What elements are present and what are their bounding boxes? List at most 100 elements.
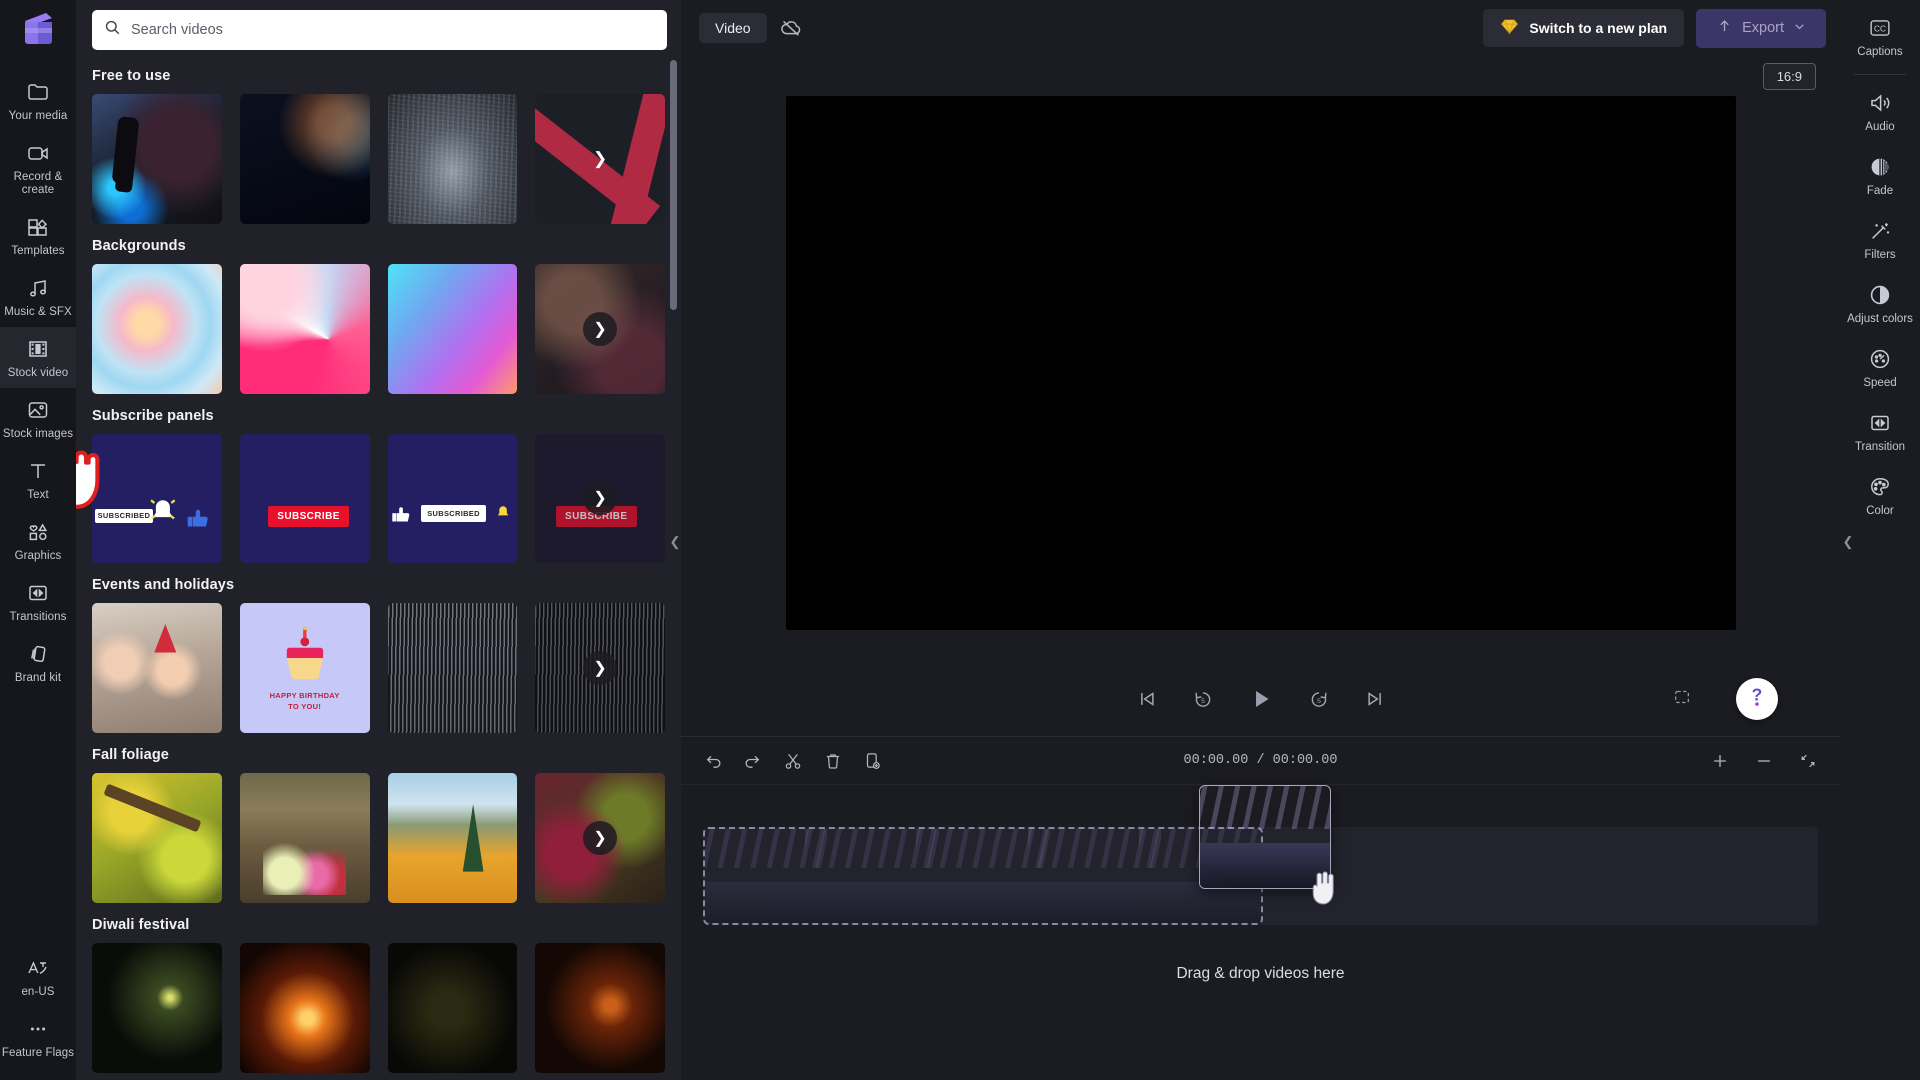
sidebar-item-feature-flags[interactable]: Feature Flags bbox=[0, 1007, 76, 1068]
stock-thumbnail[interactable] bbox=[387, 942, 518, 1073]
help-button[interactable]: ? bbox=[1736, 678, 1778, 720]
stock-thumbnail[interactable] bbox=[387, 773, 518, 903]
play-button[interactable] bbox=[1248, 686, 1274, 712]
stock-thumbnail[interactable] bbox=[387, 94, 518, 224]
right-item-captions[interactable]: CC Captions bbox=[1840, 4, 1920, 68]
right-item-fade[interactable]: Fade bbox=[1840, 143, 1920, 207]
sidebar-item-record-create[interactable]: Record & create bbox=[0, 131, 76, 205]
right-item-speed[interactable]: Speed bbox=[1840, 335, 1920, 399]
redo-button[interactable] bbox=[743, 751, 763, 771]
stock-thumbnail[interactable] bbox=[535, 942, 665, 1073]
stock-thumbnail[interactable] bbox=[92, 942, 222, 1073]
stock-video-panel: ❮ Free to use ❯ Backgrounds bbox=[76, 0, 681, 1080]
sidebar-item-graphics[interactable]: Graphics bbox=[0, 510, 76, 571]
section-title: Diwali festival bbox=[92, 916, 190, 933]
project-name-button[interactable]: Video bbox=[699, 13, 767, 43]
stock-thumbnail[interactable]: SUBSCRIBED bbox=[92, 433, 222, 564]
search-box[interactable] bbox=[92, 10, 667, 50]
sidebar-item-templates[interactable]: Templates bbox=[0, 205, 76, 266]
stock-thumbnail-more[interactable]: ❯ bbox=[535, 94, 665, 224]
stock-thumbnail[interactable] bbox=[92, 94, 222, 224]
sidebar-label: Text bbox=[27, 489, 49, 501]
export-button[interactable]: Export bbox=[1696, 8, 1826, 48]
stock-thumbnail[interactable] bbox=[387, 603, 518, 733]
sidebar-item-music-sfx[interactable]: Music & SFX bbox=[0, 266, 76, 327]
stock-thumbnail[interactable]: SUBSCRIBED bbox=[387, 433, 518, 564]
undo-button[interactable] bbox=[703, 751, 723, 771]
sidebar-item-your-media[interactable]: Your media bbox=[0, 70, 76, 131]
stock-thumbnail[interactable]: HAPPY BIRTHDAY TO YOU! bbox=[239, 603, 370, 733]
timeline-track[interactable] bbox=[703, 785, 1818, 925]
right-sidebar-items: CC Captions Audio Fade Filters Adjust co… bbox=[1840, 0, 1920, 527]
right-panel-collapse-button[interactable]: ❮ bbox=[1840, 500, 1856, 584]
palette-icon bbox=[1868, 474, 1892, 500]
right-item-transition[interactable]: Transition bbox=[1840, 399, 1920, 463]
sidebar-label: Stock video bbox=[7, 367, 69, 379]
thumbnail-grid: ❯ bbox=[92, 263, 665, 394]
skip-to-end-button[interactable] bbox=[1364, 688, 1386, 710]
duplicate-button[interactable] bbox=[863, 751, 883, 771]
sidebar-item-text[interactable]: Text bbox=[0, 449, 76, 510]
text-icon bbox=[26, 458, 50, 484]
right-item-audio[interactable]: Audio bbox=[1840, 79, 1920, 143]
right-item-label: Speed bbox=[1863, 377, 1897, 389]
stock-thumbnail[interactable] bbox=[92, 603, 222, 733]
export-label: Export bbox=[1742, 20, 1784, 36]
right-item-filters[interactable]: Filters bbox=[1840, 207, 1920, 271]
fullscreen-button[interactable] bbox=[1672, 687, 1692, 712]
stock-thumbnail-more[interactable]: ❯ bbox=[535, 773, 665, 903]
fit-to-screen-button[interactable] bbox=[1798, 751, 1818, 771]
zoom-in-button[interactable] bbox=[1710, 751, 1730, 771]
chevron-right-icon: ❯ bbox=[583, 481, 618, 516]
stock-thumbnail[interactable]: SUBSCRIBE bbox=[239, 433, 370, 564]
film-strip-icon bbox=[26, 336, 50, 362]
switch-plan-button[interactable]: Switch to a new plan bbox=[1483, 9, 1685, 47]
rewind-5-button[interactable]: 5 bbox=[1192, 688, 1214, 710]
sidebar-item-stock-images[interactable]: Stock images bbox=[0, 388, 76, 449]
panel-collapse-button[interactable]: ❮ bbox=[667, 500, 681, 584]
sidebar-item-brand-kit[interactable]: Brand kit bbox=[0, 632, 76, 693]
sidebar-item-transitions[interactable]: Transitions bbox=[0, 571, 76, 632]
sidebar-item-stock-video[interactable]: Stock video bbox=[0, 327, 76, 388]
chevron-right-icon: ❯ bbox=[583, 651, 618, 686]
right-item-label: Audio bbox=[1865, 121, 1895, 133]
speedometer-icon bbox=[1868, 346, 1892, 372]
right-item-label: Adjust colors bbox=[1847, 313, 1913, 325]
sidebar-item-language[interactable]: en-US bbox=[0, 946, 76, 1007]
right-item-adjust-colors[interactable]: Adjust colors bbox=[1840, 271, 1920, 335]
stock-thumbnail-more[interactable]: ❯ bbox=[535, 603, 665, 733]
sidebar-label: Your media bbox=[8, 110, 68, 122]
left-sidebar-bottom: en-US Feature Flags bbox=[0, 946, 76, 1080]
top-toolbar: Video Switch to a new plan Export bbox=[681, 0, 1840, 56]
image-icon bbox=[26, 397, 50, 423]
stock-thumbnail[interactable] bbox=[387, 263, 518, 394]
skip-to-start-button[interactable] bbox=[1136, 688, 1158, 710]
aspect-ratio-badge[interactable]: 16:9 bbox=[1762, 62, 1816, 90]
stock-thumbnail[interactable] bbox=[239, 94, 370, 224]
stock-thumbnail[interactable] bbox=[92, 773, 222, 903]
stock-thumbnail[interactable] bbox=[239, 942, 370, 1073]
section-title: Free to use bbox=[92, 68, 171, 84]
stock-thumbnail-more[interactable]: ❯ bbox=[535, 263, 665, 394]
thumbnail-grid: HAPPY BIRTHDAY TO YOU! ❯ bbox=[92, 603, 665, 733]
card-line-1: HAPPY BIRTHDAY bbox=[269, 691, 340, 701]
split-button[interactable] bbox=[783, 751, 803, 771]
chevron-down-icon bbox=[1793, 20, 1806, 37]
zoom-out-button[interactable] bbox=[1754, 751, 1774, 771]
cloud-offline-icon[interactable] bbox=[779, 16, 803, 40]
panel-scroll-region: Free to use ❯ Backgrounds ❯ Subscribe pa… bbox=[76, 58, 681, 1080]
svg-text:CC: CC bbox=[1874, 23, 1886, 33]
sidebar-label: Music & SFX bbox=[4, 306, 72, 318]
timeline-zoom-controls bbox=[1710, 751, 1818, 771]
stock-thumbnail[interactable] bbox=[239, 263, 370, 394]
stock-thumbnail-more[interactable]: SUBSCRIBE ❯ bbox=[535, 433, 665, 564]
stock-thumbnail[interactable] bbox=[239, 773, 370, 903]
sidebar-label: Templates bbox=[11, 245, 65, 257]
search-input[interactable] bbox=[131, 22, 655, 38]
stock-thumbnail[interactable] bbox=[92, 263, 222, 394]
video-preview[interactable] bbox=[785, 96, 1736, 630]
clipchamp-logo[interactable] bbox=[16, 8, 60, 48]
transition-icon bbox=[1868, 410, 1892, 436]
forward-5-button[interactable]: 5 bbox=[1308, 688, 1330, 710]
delete-button[interactable] bbox=[823, 751, 843, 771]
